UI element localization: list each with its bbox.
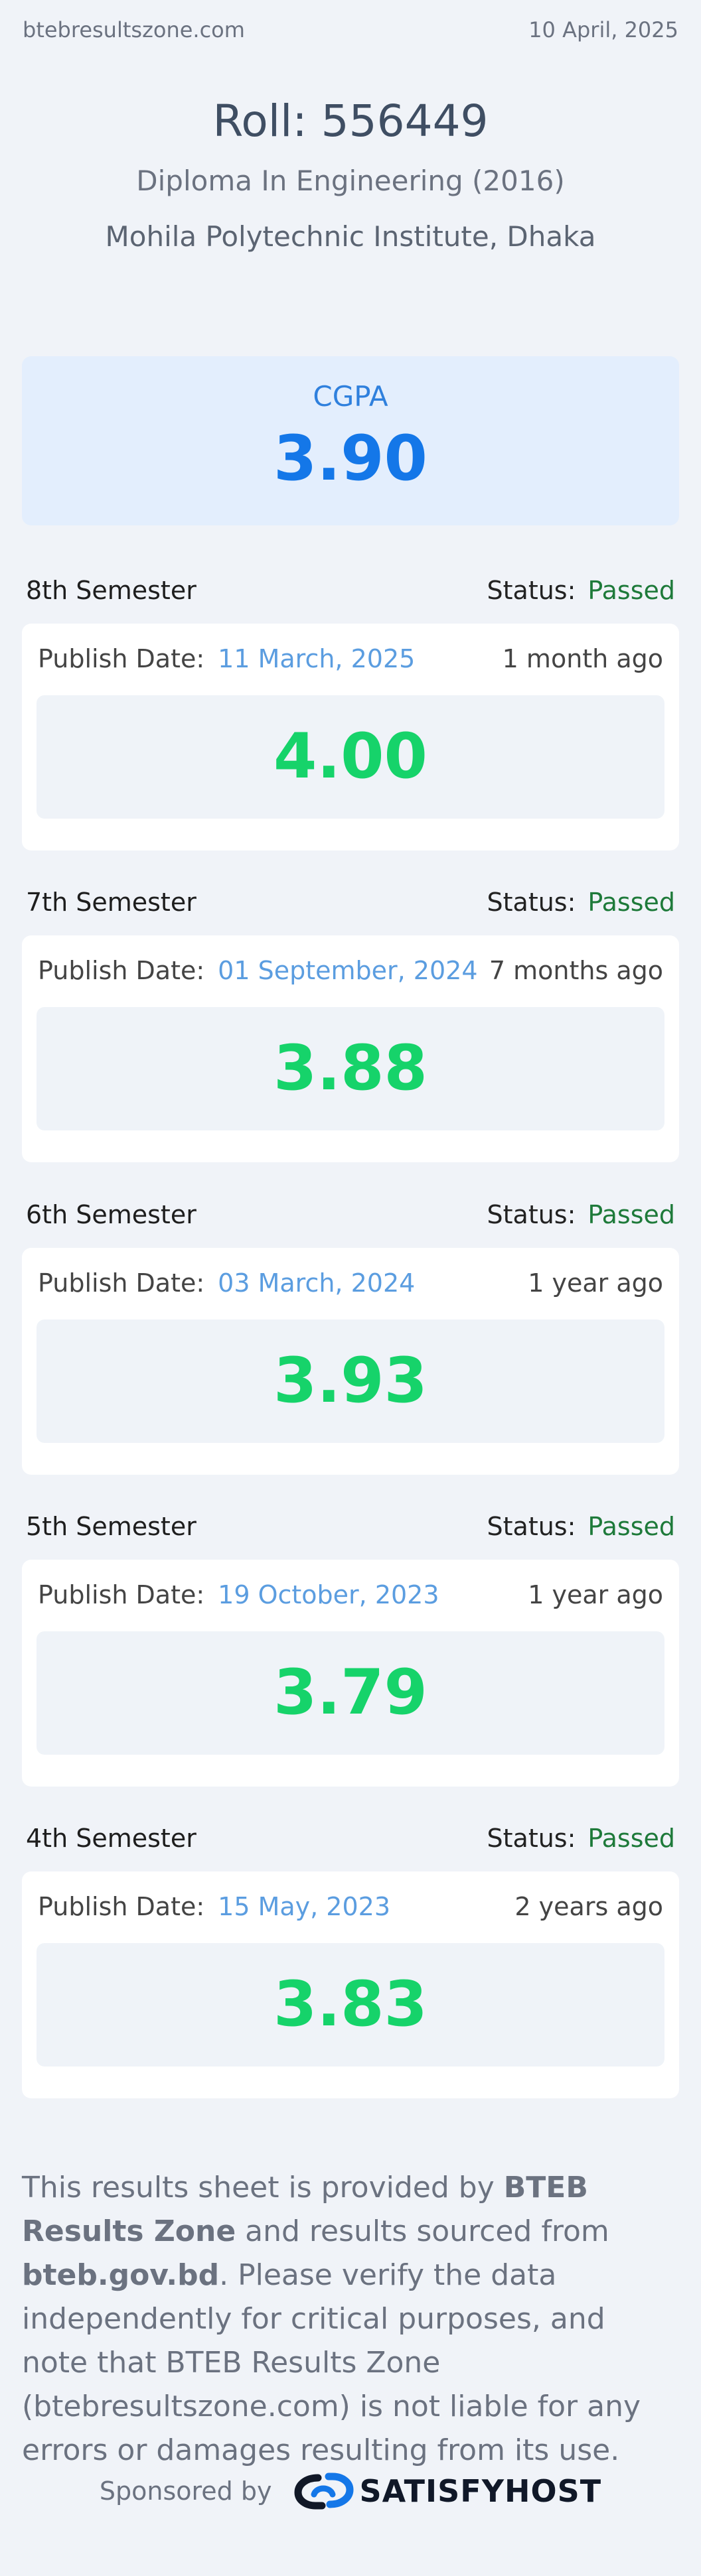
status: Status: Passed [487,576,675,605]
disclaimer-text: This results sheet is provided by BTEB R… [22,2166,679,2473]
status-value: Passed [587,1824,675,1853]
sponsor-label: Sponsored by [99,2476,272,2506]
publish-ago: 1 year ago [528,1268,663,1298]
cgpa-value: 3.90 [273,423,428,495]
disclaimer-part: and results sourced from [236,2214,609,2248]
semester-header: 7th Semester Status: Passed [22,882,679,922]
publish-label: Publish Date: [38,644,205,673]
site-domain: btebresultszone.com [23,17,245,42]
semester-header: 5th Semester Status: Passed [22,1507,679,1546]
semester-header: 8th Semester Status: Passed [22,571,679,610]
program-name: Diploma In Engineering (2016) [136,165,565,197]
semester-card: Publish Date: 03 March, 2024 1 year ago 3… [22,1248,679,1475]
status-label: Status: [487,1200,576,1229]
publish-row: Publish Date: 15 May, 2023 2 years ago [38,1894,663,1919]
institute-name: Mohila Polytechnic Institute, Dhaka [105,220,596,253]
semester-header: 6th Semester Status: Passed [22,1195,679,1235]
semester-name: 5th Semester [26,1512,196,1541]
gpa-box: 4.00 [37,695,664,819]
publish-label: Publish Date: [38,1580,205,1609]
disclaimer-part: This results sheet is provided by [22,2171,504,2204]
semester-block: 4th Semester Status: Passed Publish Date:… [22,1818,679,2098]
publish-row: Publish Date: 01 September, 2024 7 months… [38,958,663,983]
status-label: Status: [487,576,576,605]
gpa-value: 3.83 [273,1968,428,2041]
publish-date: 03 March, 2024 [218,1268,416,1298]
satisfyhost-logo-icon [294,2473,354,2510]
publish-label: Publish Date: [38,1268,205,1298]
publish-date: 19 October, 2023 [218,1580,439,1609]
current-date: 10 April, 2025 [528,17,678,42]
semester-block: 6th Semester Status: Passed Publish Date:… [22,1195,679,1475]
gpa-box: 3.88 [37,1007,664,1130]
publish-row: Publish Date: 03 March, 2024 1 year ago [38,1270,663,1296]
status-label: Status: [487,1824,576,1853]
disclaimer-source: bteb.gov.bd [22,2258,220,2292]
status-value: Passed [587,1200,675,1229]
status-value: Passed [587,576,675,605]
sponsor-row: Sponsored by SATISFYHOST [0,2468,701,2514]
status-value: Passed [587,1512,675,1541]
status: Status: Passed [487,1200,675,1229]
gpa-box: 3.79 [37,1631,664,1755]
status-label: Status: [487,888,576,917]
semester-card: Publish Date: 19 October, 2023 1 year ago… [22,1560,679,1787]
semester-header: 4th Semester Status: Passed [22,1818,679,1858]
sponsor-name: SATISFYHOST [359,2473,602,2509]
publish-ago: 7 months ago [489,956,663,985]
gpa-value: 3.88 [273,1032,428,1105]
top-bar: btebresultszone.com 10 April, 2025 [23,17,678,42]
publish-date: 01 September, 2024 [218,956,478,985]
semester-name: 4th Semester [26,1824,196,1853]
roll-number: Roll: 556449 [212,96,489,147]
status-label: Status: [487,1512,576,1541]
publish-ago: 2 years ago [514,1892,663,1921]
status: Status: Passed [487,1512,675,1541]
status: Status: Passed [487,888,675,917]
semester-card: Publish Date: 11 March, 2025 1 month ago … [22,624,679,850]
semester-card: Publish Date: 15 May, 2023 2 years ago 3.… [22,1871,679,2098]
status: Status: Passed [487,1824,675,1853]
status-value: Passed [587,888,675,917]
semester-name: 8th Semester [26,576,196,605]
publish-date: 11 March, 2025 [218,644,416,673]
cgpa-label: CGPA [313,380,388,413]
gpa-value: 3.79 [273,1657,428,1729]
publish-label: Publish Date: [38,956,205,985]
gpa-box: 3.83 [37,1943,664,2067]
cgpa-card: CGPA 3.90 [22,356,679,525]
semester-name: 7th Semester [26,888,196,917]
semester-card: Publish Date: 01 September, 2024 7 months… [22,935,679,1162]
publish-row: Publish Date: 11 March, 2025 1 month ago [38,646,663,671]
semester-block: 7th Semester Status: Passed Publish Date:… [22,882,679,1162]
publish-ago: 1 month ago [502,644,663,673]
publish-row: Publish Date: 19 October, 2023 1 year ago [38,1582,663,1607]
semester-block: 5th Semester Status: Passed Publish Date:… [22,1507,679,1787]
gpa-value: 3.93 [273,1345,428,1417]
gpa-value: 4.00 [273,720,428,793]
publish-date: 15 May, 2023 [218,1892,391,1921]
result-header: Roll: 556449 Diploma In Engineering (201… [0,100,701,251]
publish-label: Publish Date: [38,1892,205,1921]
semester-name: 6th Semester [26,1200,196,1229]
gpa-box: 3.93 [37,1320,664,1443]
semester-block: 8th Semester Status: Passed Publish Date:… [22,571,679,850]
publish-ago: 1 year ago [528,1580,663,1609]
sponsor-logo[interactable]: SATISFYHOST [291,2468,601,2514]
